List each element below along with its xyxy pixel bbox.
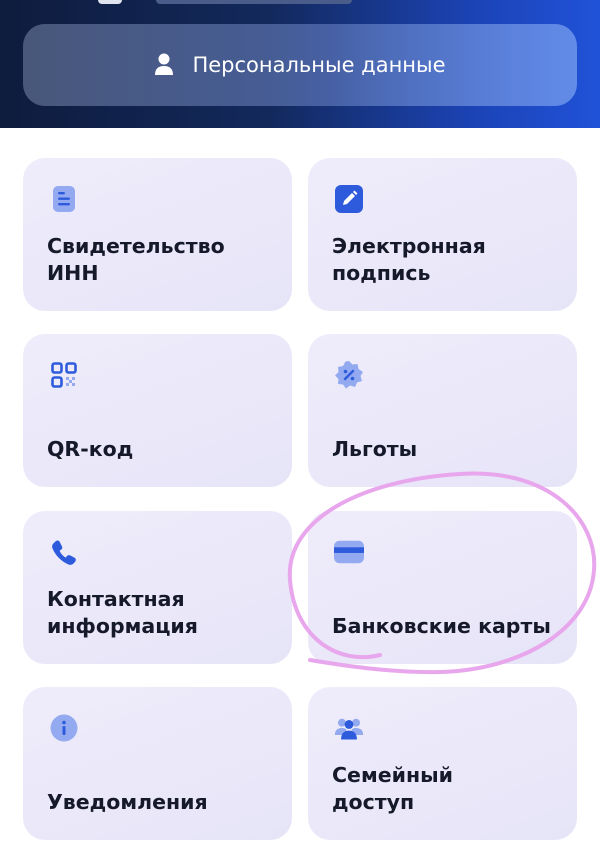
document-icon [49, 184, 79, 214]
personal-data-label: Персональные данные [192, 53, 446, 77]
person-icon [155, 53, 174, 75]
card-notifications[interactable]: Уведомления [23, 687, 292, 840]
card-label: Электронная подпись [332, 234, 486, 285]
card-label: Банковские карты [332, 614, 551, 638]
card-label: Льготы [332, 437, 418, 461]
personal-data-button[interactable]: Персональные данные [23, 24, 577, 106]
card-label: QR-код [47, 437, 134, 461]
search-bar-remnant [156, 0, 352, 4]
card-digital-signature[interactable]: Электронная подпись [308, 158, 577, 311]
qr-code-icon [49, 360, 79, 390]
status-bar-remnant [98, 0, 122, 4]
card-label: Свидетельство ИНН [47, 234, 225, 285]
bank-card-icon [334, 537, 364, 567]
card-contact-info[interactable]: Контактная информация [23, 511, 292, 664]
pen-icon [334, 184, 364, 214]
discount-badge-icon [334, 360, 364, 390]
card-inn-certificate[interactable]: Свидетельство ИНН [23, 158, 292, 311]
card-bank-cards[interactable]: Банковские карты [308, 511, 577, 664]
card-label: Контактная информация [47, 587, 198, 638]
info-icon [49, 713, 79, 743]
header-banner: Персональные данные [0, 0, 600, 128]
card-qr-code[interactable]: QR-код [23, 334, 292, 487]
card-benefits[interactable]: Льготы [308, 334, 577, 487]
card-family-access[interactable]: Семейный доступ [308, 687, 577, 840]
family-icon [334, 713, 364, 743]
phone-icon [49, 537, 79, 567]
card-label: Уведомления [47, 790, 208, 814]
card-label: Семейный доступ [332, 763, 454, 814]
